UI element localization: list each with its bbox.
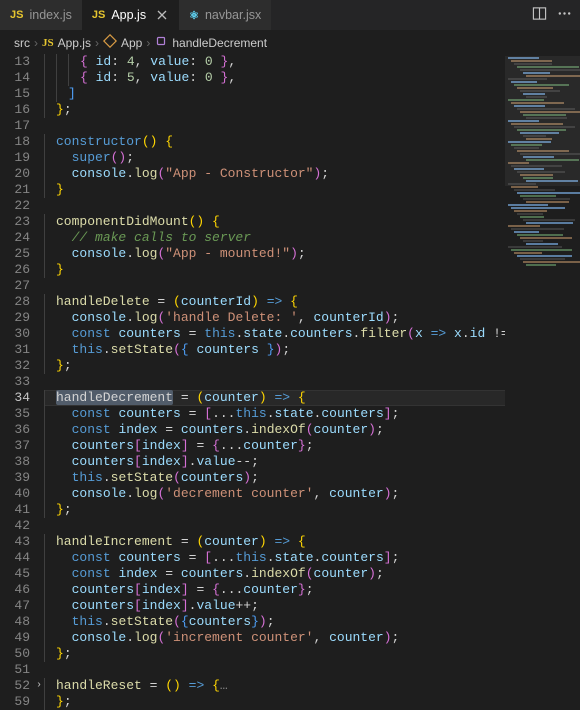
tab-label: App.js bbox=[111, 8, 146, 22]
line-number-gutter: 1314151617181920212223242526272829303132… bbox=[0, 54, 44, 710]
tab-label: index.js bbox=[29, 8, 71, 22]
tab-bar: JS index.js JS App.js ⚛ navbar.jsx bbox=[0, 0, 580, 30]
editor-area[interactable]: 1314151617181920212223242526272829303132… bbox=[0, 54, 580, 710]
code-content[interactable]: { id: 4, value: 0 },{ id: 5, value: 0 },… bbox=[44, 54, 580, 710]
breadcrumb-folder[interactable]: src bbox=[14, 36, 30, 50]
breadcrumb-method[interactable]: handleDecrement bbox=[172, 36, 267, 50]
split-editor-icon[interactable] bbox=[532, 6, 547, 25]
react-icon: ⚛ bbox=[189, 9, 199, 22]
chevron-right-icon: › bbox=[146, 36, 150, 50]
js-icon: JS bbox=[92, 9, 105, 21]
more-actions-icon[interactable] bbox=[557, 6, 572, 25]
js-icon: JS bbox=[10, 9, 23, 21]
js-icon: JS bbox=[42, 37, 54, 49]
breadcrumb[interactable]: src › JS App.js › App › handleDecrement bbox=[0, 30, 580, 54]
breadcrumb-file[interactable]: App.js bbox=[58, 36, 91, 50]
method-icon bbox=[154, 34, 168, 51]
chevron-right-icon: › bbox=[34, 36, 38, 50]
minimap[interactable] bbox=[505, 56, 580, 696]
close-icon[interactable] bbox=[155, 8, 169, 22]
class-icon bbox=[103, 34, 117, 51]
tab-index-js[interactable]: JS index.js bbox=[0, 0, 82, 30]
chevron-right-icon: › bbox=[95, 36, 99, 50]
tab-label: navbar.jsx bbox=[205, 8, 261, 22]
tab-app-js[interactable]: JS App.js bbox=[82, 0, 179, 30]
tab-navbar-jsx[interactable]: ⚛ navbar.jsx bbox=[179, 0, 271, 30]
breadcrumb-class[interactable]: App bbox=[121, 36, 142, 50]
